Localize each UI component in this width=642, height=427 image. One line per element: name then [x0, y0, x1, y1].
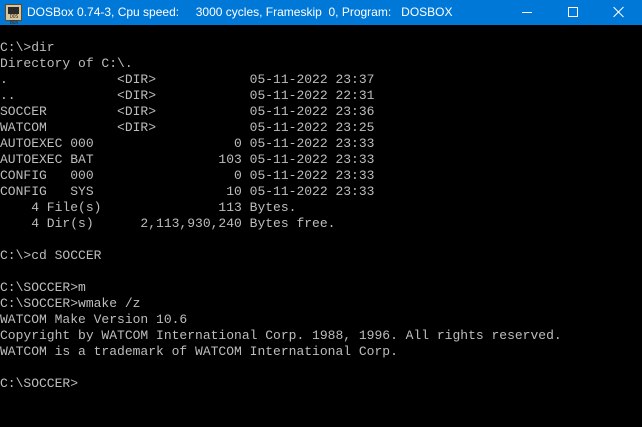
console-line: 4 Dir(s) 2,113,930,240 Bytes free.	[0, 216, 336, 231]
console-line: WATCOM Make Version 10.6	[0, 312, 188, 327]
console-line: C:\SOCCER>wmake /z	[0, 296, 141, 311]
maximize-button[interactable]	[550, 0, 596, 25]
minimize-button[interactable]	[504, 0, 550, 25]
console-line: 4 File(s) 113 Bytes.	[0, 200, 297, 215]
dosbox-icon[interactable]: DOS BOX	[5, 4, 22, 26]
close-icon	[613, 6, 625, 18]
window-title: DOSBox 0.74-3, Cpu speed: 3000 cycles, F…	[27, 5, 453, 19]
console-line: AUTOEXEC 000 0 05-11-2022 23:33	[0, 136, 375, 151]
console-line: Copyright by WATCOM International Corp. …	[0, 328, 562, 343]
console-line: WATCOM <DIR> 05-11-2022 23:25	[0, 120, 375, 135]
console-line: .. <DIR> 05-11-2022 22:31	[0, 88, 375, 103]
icon-label: DOS BOX	[9, 14, 19, 26]
console-line: Directory of C:\.	[0, 56, 133, 71]
console-prompt[interactable]: C:\SOCCER>	[0, 376, 642, 392]
console-line: C:\>cd SOCCER	[0, 248, 102, 263]
console-line: C:\SOCCER>m	[0, 280, 86, 295]
console-line: AUTOEXEC BAT 103 05-11-2022 23:33	[0, 152, 375, 167]
minimize-icon	[522, 12, 532, 13]
console-line: WATCOM is a trademark of WATCOM Internat…	[0, 344, 398, 359]
title-bar[interactable]: DOS BOX DOSBox 0.74-3, Cpu speed: 3000 c…	[0, 0, 642, 26]
dosbox-window: DOS BOX DOSBox 0.74-3, Cpu speed: 3000 c…	[0, 0, 642, 427]
console-output[interactable]: C:\>dir Directory of C:\. . <DIR> 05-11-…	[0, 40, 642, 427]
console-line: CONFIG 000 0 05-11-2022 23:33	[0, 168, 375, 183]
close-button[interactable]	[596, 0, 642, 25]
console-line: . <DIR> 05-11-2022 23:37	[0, 72, 375, 87]
console-line: C:\>dir	[0, 40, 55, 55]
console-line: CONFIG SYS 10 05-11-2022 23:33	[0, 184, 375, 199]
console-line: SOCCER <DIR> 05-11-2022 23:36	[0, 104, 375, 119]
maximize-icon	[568, 7, 578, 17]
